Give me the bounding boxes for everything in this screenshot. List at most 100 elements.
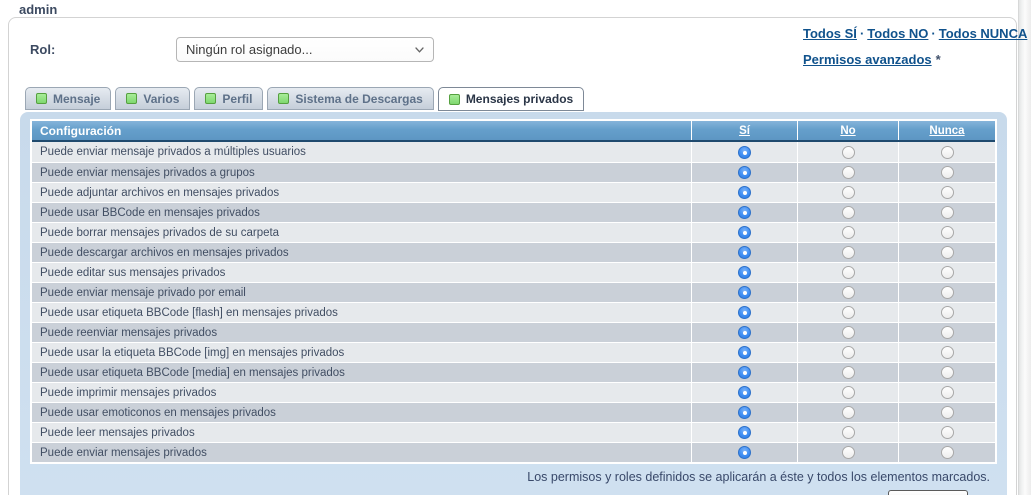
permission-label: Puede adjuntar archivos en mensajes priv… [32, 183, 691, 202]
radio-cell-yes [691, 142, 797, 162]
radio-cell-no [797, 363, 898, 382]
radio-yes[interactable] [738, 426, 751, 439]
radio-yes[interactable] [738, 246, 751, 259]
tab-green-square-icon [205, 93, 216, 104]
column-yes-link[interactable]: Sí [739, 125, 750, 137]
radio-cell-no [797, 203, 898, 222]
permission-label: Puede usar etiqueta BBCode [media] en me… [32, 363, 691, 382]
radio-cell-yes [691, 403, 797, 422]
permission-row: Puede usar BBCode en mensajes privados [32, 202, 995, 222]
tab-varios[interactable]: Varios [115, 87, 190, 110]
link-separator: · [857, 26, 867, 41]
radio-yes[interactable] [738, 146, 751, 159]
radio-never[interactable] [941, 166, 954, 179]
radio-never[interactable] [941, 286, 954, 299]
radio-never[interactable] [941, 386, 954, 399]
radio-no[interactable] [842, 446, 855, 459]
table-body: Puede enviar mensaje privados a múltiple… [32, 142, 995, 462]
permission-label: Puede descargar archivos en mensajes pri… [32, 243, 691, 262]
radio-cell-no [797, 223, 898, 242]
radio-no[interactable] [842, 266, 855, 279]
permission-label: Puede usar BBCode en mensajes privados [32, 203, 691, 222]
radio-yes[interactable] [738, 366, 751, 379]
radio-yes[interactable] [738, 186, 751, 199]
role-select[interactable]: Ningún rol asignado... [176, 37, 434, 62]
radio-never[interactable] [941, 406, 954, 419]
tab-mensaje[interactable]: Mensaje [25, 87, 111, 110]
radio-never[interactable] [941, 226, 954, 239]
radio-yes[interactable] [738, 386, 751, 399]
radio-cell-no [797, 183, 898, 202]
radio-never[interactable] [941, 326, 954, 339]
permission-row: Puede adjuntar archivos en mensajes priv… [32, 182, 995, 202]
radio-cell-no [797, 323, 898, 342]
permission-label: Puede usar la etiqueta BBCode [img] en m… [32, 343, 691, 362]
radio-no[interactable] [842, 406, 855, 419]
radio-yes[interactable] [738, 306, 751, 319]
radio-no[interactable] [842, 426, 855, 439]
radio-no[interactable] [842, 186, 855, 199]
tab-label: Mensaje [53, 92, 100, 106]
radio-never[interactable] [941, 206, 954, 219]
radio-cell-yes [691, 323, 797, 342]
radio-cell-no [797, 303, 898, 322]
radio-cell-yes [691, 243, 797, 262]
radio-yes[interactable] [738, 346, 751, 359]
permission-row: Puede enviar mensajes privados a grupos [32, 162, 995, 182]
radio-yes[interactable] [738, 406, 751, 419]
radio-yes[interactable] [738, 166, 751, 179]
tab-perfil[interactable]: Perfil [194, 87, 263, 110]
radio-no[interactable] [842, 366, 855, 379]
radio-never[interactable] [941, 266, 954, 279]
radio-no[interactable] [842, 246, 855, 259]
radio-cell-never [898, 243, 995, 262]
radio-never[interactable] [941, 246, 954, 259]
radio-no[interactable] [842, 306, 855, 319]
radio-yes[interactable] [738, 226, 751, 239]
radio-yes[interactable] [738, 286, 751, 299]
radio-never[interactable] [941, 146, 954, 159]
permission-label: Puede enviar mensajes privados a grupos [32, 163, 691, 182]
radio-yes[interactable] [738, 266, 751, 279]
radio-no[interactable] [842, 166, 855, 179]
radio-yes[interactable] [738, 326, 751, 339]
radio-no[interactable] [842, 146, 855, 159]
tab-mensajes-privados[interactable]: Mensajes privados [438, 87, 584, 111]
radio-never[interactable] [941, 366, 954, 379]
radio-no[interactable] [842, 346, 855, 359]
tab-label: Sistema de Descargas [295, 92, 422, 106]
radio-cell-no [797, 423, 898, 442]
column-no-link[interactable]: No [840, 125, 855, 137]
radio-cell-no [797, 243, 898, 262]
permission-label: Puede usar etiqueta BBCode [flash] en me… [32, 303, 691, 322]
radio-yes[interactable] [738, 206, 751, 219]
radio-never[interactable] [941, 446, 954, 459]
all-never-link[interactable]: Todos NUNCA [939, 26, 1028, 41]
radio-no[interactable] [842, 386, 855, 399]
radio-no[interactable] [842, 206, 855, 219]
column-header-config: Configuración [32, 121, 691, 140]
permission-row: Puede enviar mensajes privados [32, 442, 995, 462]
radio-never[interactable] [941, 426, 954, 439]
radio-never[interactable] [941, 306, 954, 319]
permission-label: Puede leer mensajes privados [32, 423, 691, 442]
advanced-permissions-link[interactable]: Permisos avanzados [803, 52, 932, 67]
radio-no[interactable] [842, 326, 855, 339]
radio-never[interactable] [941, 346, 954, 359]
column-never-link[interactable]: Nunca [929, 125, 964, 137]
radio-yes[interactable] [738, 446, 751, 459]
permission-label: Puede borrar mensajes privados de su car… [32, 223, 691, 242]
radio-cell-no [797, 403, 898, 422]
radio-no[interactable] [842, 226, 855, 239]
permission-row: Puede usar emoticonos en mensajes privad… [32, 402, 995, 422]
permission-row: Puede usar etiqueta BBCode [media] en me… [32, 362, 995, 382]
submit-button-partial[interactable] [888, 490, 968, 495]
radio-cell-yes [691, 343, 797, 362]
tab-sistema-de-descargas[interactable]: Sistema de Descargas [267, 87, 433, 110]
table-header-row: Configuración Sí No Nunca [32, 121, 995, 142]
all-yes-link[interactable]: Todos SÍ [803, 26, 857, 41]
column-header-no: No [797, 121, 898, 140]
all-no-link[interactable]: Todos NO [867, 26, 928, 41]
radio-never[interactable] [941, 186, 954, 199]
radio-no[interactable] [842, 286, 855, 299]
